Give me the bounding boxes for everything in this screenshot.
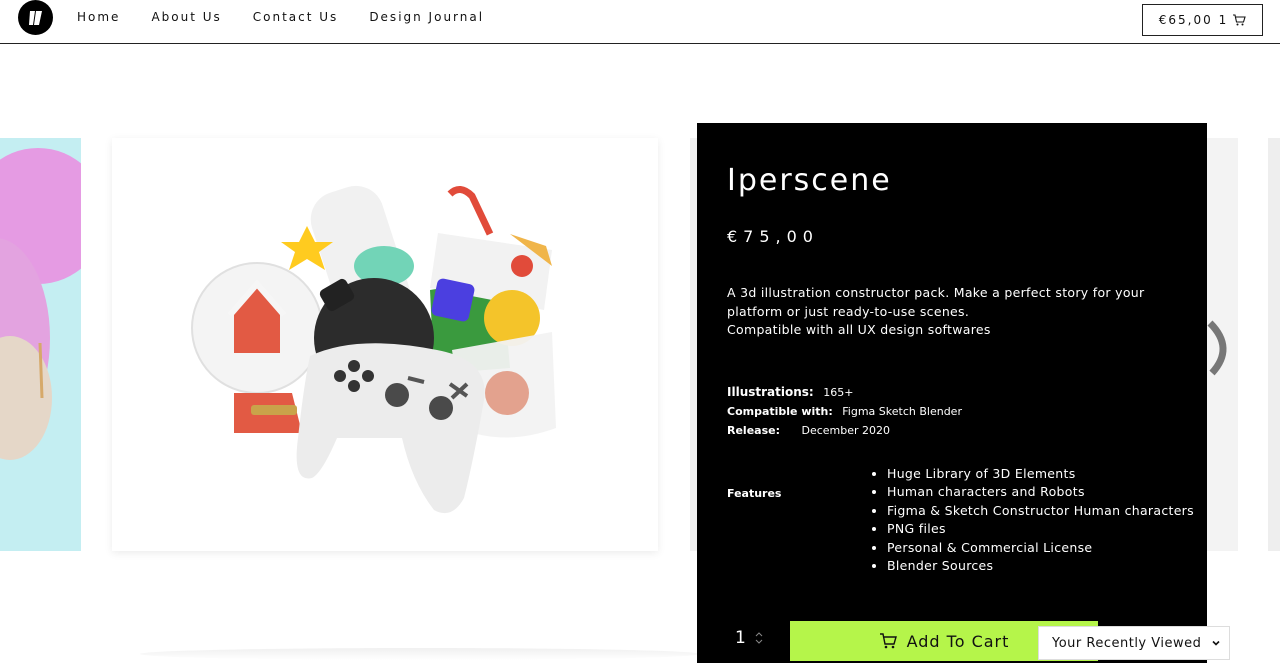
- product-info-card: Iperscene €75,00 A 3d illustration const…: [697, 123, 1207, 663]
- quantity-stepper-icon[interactable]: [754, 630, 764, 646]
- nav-contact-us[interactable]: Contact Us: [253, 10, 339, 24]
- feature-item: Personal & Commercial License: [887, 539, 1194, 557]
- meta-illustrations: Illustrations: 165+: [727, 385, 853, 399]
- meta-compatible: Compatible with: Figma Sketch Blender: [727, 405, 962, 418]
- product-title: Iperscene: [727, 163, 892, 198]
- chevron-down-icon: [1212, 640, 1220, 646]
- add-to-cart-label: Add To Cart: [906, 631, 1010, 651]
- shopping-cart-icon: [879, 633, 897, 649]
- quantity-input[interactable]: 1: [735, 628, 746, 648]
- brand-logo[interactable]: [18, 0, 53, 35]
- cart-button[interactable]: €65,00 1: [1142, 4, 1263, 36]
- product-image-panel[interactable]: [112, 138, 658, 551]
- carousel-prev-slide[interactable]: [0, 138, 81, 551]
- meta-value: December 2020: [801, 424, 891, 437]
- site-header: Home About Us Contact Us Design Journal …: [0, 0, 1280, 44]
- feature-item: Human characters and Robots: [887, 483, 1194, 501]
- feature-item: Huge Library of 3D Elements: [887, 465, 1194, 483]
- logo-mark-icon: [28, 10, 42, 25]
- main-nav: Home About Us Contact Us Design Journal: [77, 10, 515, 24]
- meta-release: Release: December 2020: [727, 424, 890, 437]
- recently-viewed-label: Your Recently Viewed: [1052, 635, 1202, 651]
- product-image: [191, 185, 556, 514]
- meta-value: 165+: [823, 386, 854, 399]
- shopping-cart-icon: [1233, 14, 1246, 26]
- features-label: Features: [727, 487, 782, 500]
- nav-home[interactable]: Home: [77, 10, 120, 24]
- nav-design-journal[interactable]: Design Journal: [369, 10, 484, 24]
- meta-label: Release:: [727, 424, 780, 437]
- prev-product-image: [0, 148, 81, 460]
- description-line: A 3d illustration constructor pack. Make…: [727, 285, 1145, 300]
- cart-total: €65,00 1: [1158, 13, 1229, 27]
- meta-label: Illustrations:: [727, 385, 814, 399]
- product-description: A 3d illustration constructor pack. Make…: [727, 284, 1147, 340]
- meta-value: Figma Sketch Blender: [842, 405, 962, 418]
- nav-about-us[interactable]: About Us: [151, 10, 221, 24]
- product-price: €75,00: [727, 227, 819, 246]
- meta-label: Compatible with:: [727, 405, 833, 418]
- carousel-far-slide: [1268, 138, 1280, 551]
- feature-item: PNG files: [887, 520, 1194, 538]
- features-list: Huge Library of 3D Elements Human charac…: [887, 465, 1194, 575]
- description-line: Compatible with all UX design softwares: [727, 322, 991, 337]
- description-line: platform or just ready-to-use scenes.: [727, 303, 970, 319]
- bottom-shadow: [140, 648, 700, 660]
- feature-item: Figma & Sketch Constructor Human charact…: [887, 502, 1194, 520]
- feature-item: Blender Sources: [887, 557, 1194, 575]
- recently-viewed-toggle[interactable]: Your Recently Viewed: [1038, 626, 1230, 660]
